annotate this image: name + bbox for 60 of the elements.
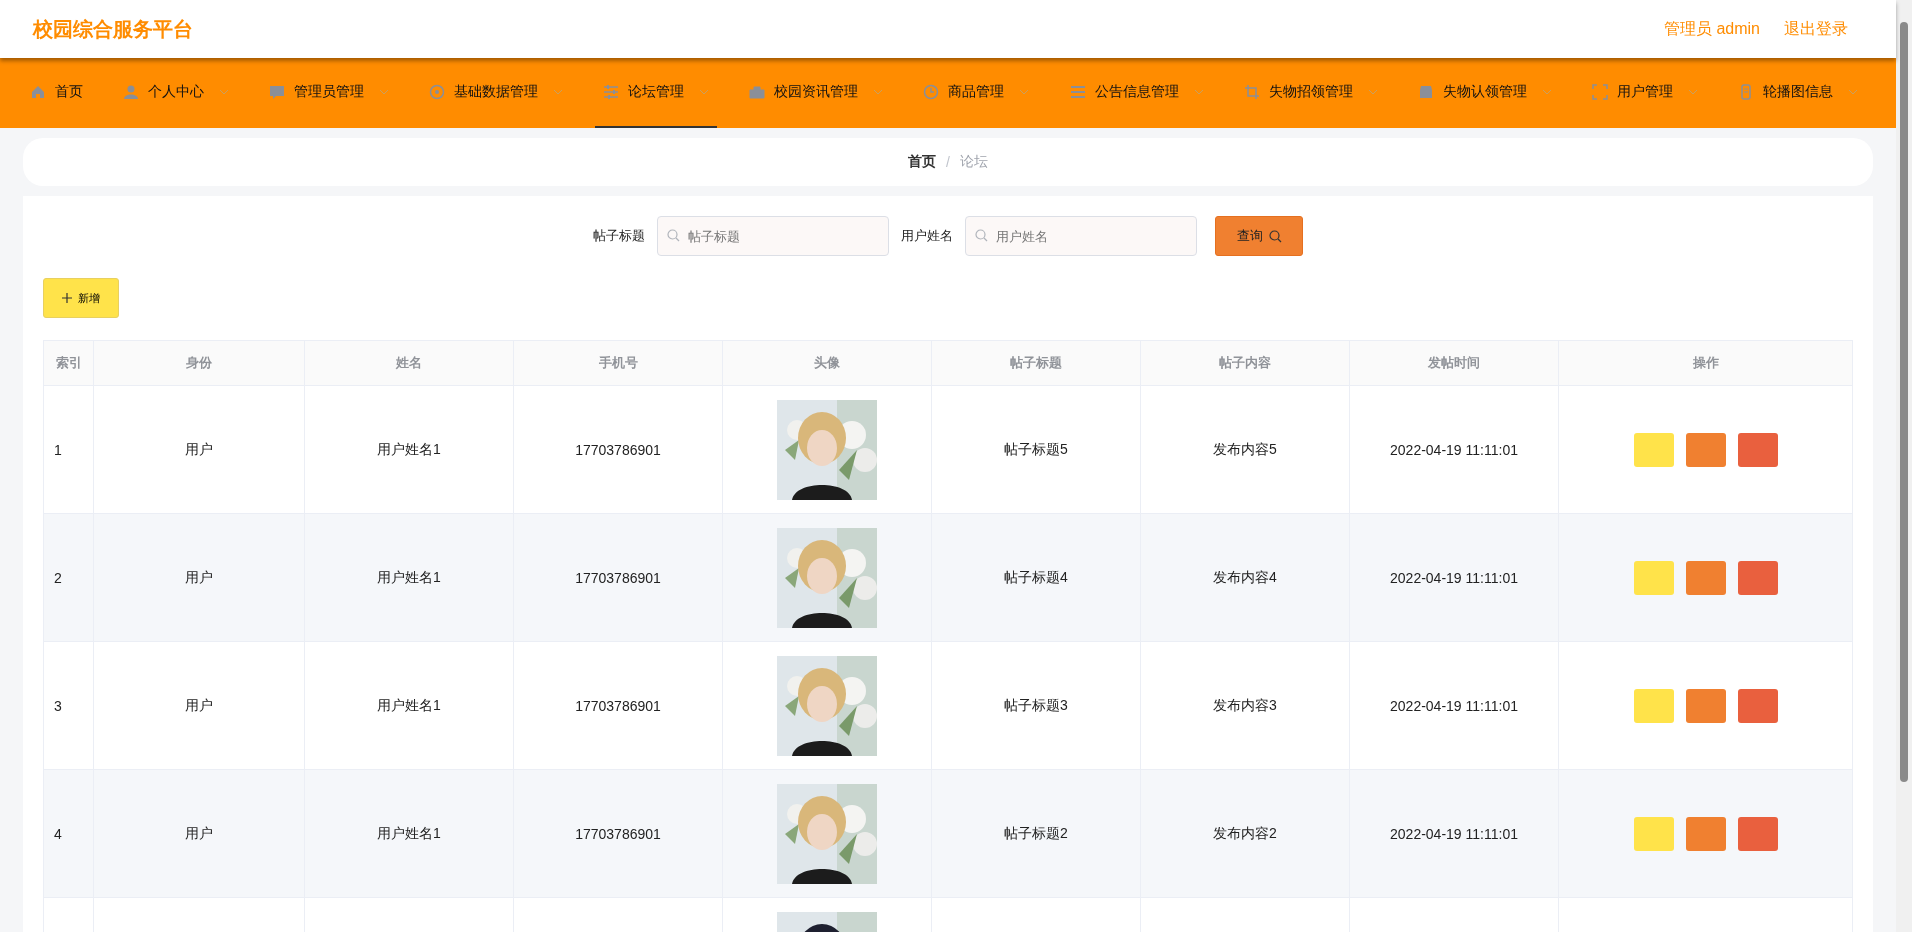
nav-item[interactable]: 校园资讯管理 — [741, 58, 892, 128]
column-header: 帖子标题 — [932, 341, 1141, 385]
nav-item[interactable]: 失物招领管理 — [1235, 58, 1386, 128]
field-label: 帖子标题 — [593, 227, 645, 245]
nav-item[interactable]: 首页 — [22, 58, 91, 128]
app-title: 校园综合服务平台 — [33, 16, 193, 42]
column-header: 索引 — [44, 341, 94, 385]
user-label: 管理员 admin — [1663, 18, 1760, 39]
column-header: 发帖时间 — [1350, 341, 1559, 385]
table-cell: 用户 — [94, 642, 305, 769]
nav-item[interactable]: 商品管理 — [915, 58, 1038, 128]
search-field[interactable]: 用户姓名 — [965, 216, 1197, 256]
table-cell: 17703786901 — [514, 386, 723, 513]
breadcrumb-item: 论坛 — [959, 153, 988, 171]
nav-item[interactable]: 个人中心 — [115, 58, 238, 128]
nav-item[interactable]: 轮播图信息 — [1729, 58, 1866, 128]
column-header: 姓名 — [305, 341, 514, 385]
column-header: 操作 — [1691, 354, 1720, 372]
table-cell: 17703786901 — [514, 514, 723, 641]
table-cell: 3 — [44, 642, 94, 769]
table-cell: 帖子标题3 — [932, 642, 1141, 769]
table-cell: 用户姓名1 — [305, 514, 514, 641]
table-cell: 用户 — [94, 386, 305, 513]
table-cell: 1 — [44, 386, 94, 513]
search-button[interactable]: 查询 — [1215, 216, 1303, 256]
nav-item[interactable]: 论坛管理 — [595, 58, 718, 128]
table-cell: 17703786901 — [514, 642, 723, 769]
table-cell: 用户姓名1 — [305, 642, 514, 769]
nav-item[interactable]: 管理员管理 — [261, 58, 398, 128]
table-cell: 2022-04-19 11:11:01 — [1350, 514, 1559, 641]
breadcrumb-separator: / — [946, 154, 950, 170]
table-cell: 帖子标题2 — [932, 770, 1141, 897]
table-cell: 用户姓名1 — [305, 770, 514, 897]
table-cell: 2022-04-19 11:11:01 — [1350, 770, 1559, 897]
column-header: 手机号 — [514, 341, 723, 385]
table-cell: 用户 — [94, 514, 305, 641]
search-field[interactable]: 帖子标题 — [657, 216, 889, 256]
nav-item[interactable]: 用户管理 — [1583, 58, 1706, 128]
breadcrumb-item[interactable]: 首页 — [908, 153, 937, 171]
table-cell: 发布内容5 — [1141, 386, 1350, 513]
table-cell: 17703786901 — [514, 770, 723, 897]
table-cell: 2022-04-19 11:11:01 — [1350, 386, 1559, 513]
table-cell: 发布内容3 — [1141, 642, 1350, 769]
table-cell: 2 — [44, 514, 94, 641]
table-cell: 发布内容2 — [1141, 770, 1350, 897]
table-cell: 用户 — [94, 770, 305, 897]
table-cell: 发布内容4 — [1141, 514, 1350, 641]
table-cell: 帖子标题4 — [932, 514, 1141, 641]
table-cell: 4 — [44, 770, 94, 897]
nav-item[interactable]: 基础数据管理 — [421, 58, 572, 128]
table-cell: 2022-04-19 11:11:01 — [1350, 642, 1559, 769]
table-cell: 帖子标题5 — [932, 386, 1141, 513]
column-header: 头像 — [723, 341, 932, 385]
nav-item[interactable]: 公告信息管理 — [1061, 58, 1212, 128]
nav-item[interactable]: 失物认领管理 — [1409, 58, 1560, 128]
column-header: 帖子内容 — [1141, 341, 1350, 385]
column-header: 身份 — [94, 341, 305, 385]
field-label: 用户姓名 — [901, 227, 953, 245]
add-button[interactable]: 新增 — [43, 278, 119, 318]
table-cell: 用户姓名1 — [305, 386, 514, 513]
